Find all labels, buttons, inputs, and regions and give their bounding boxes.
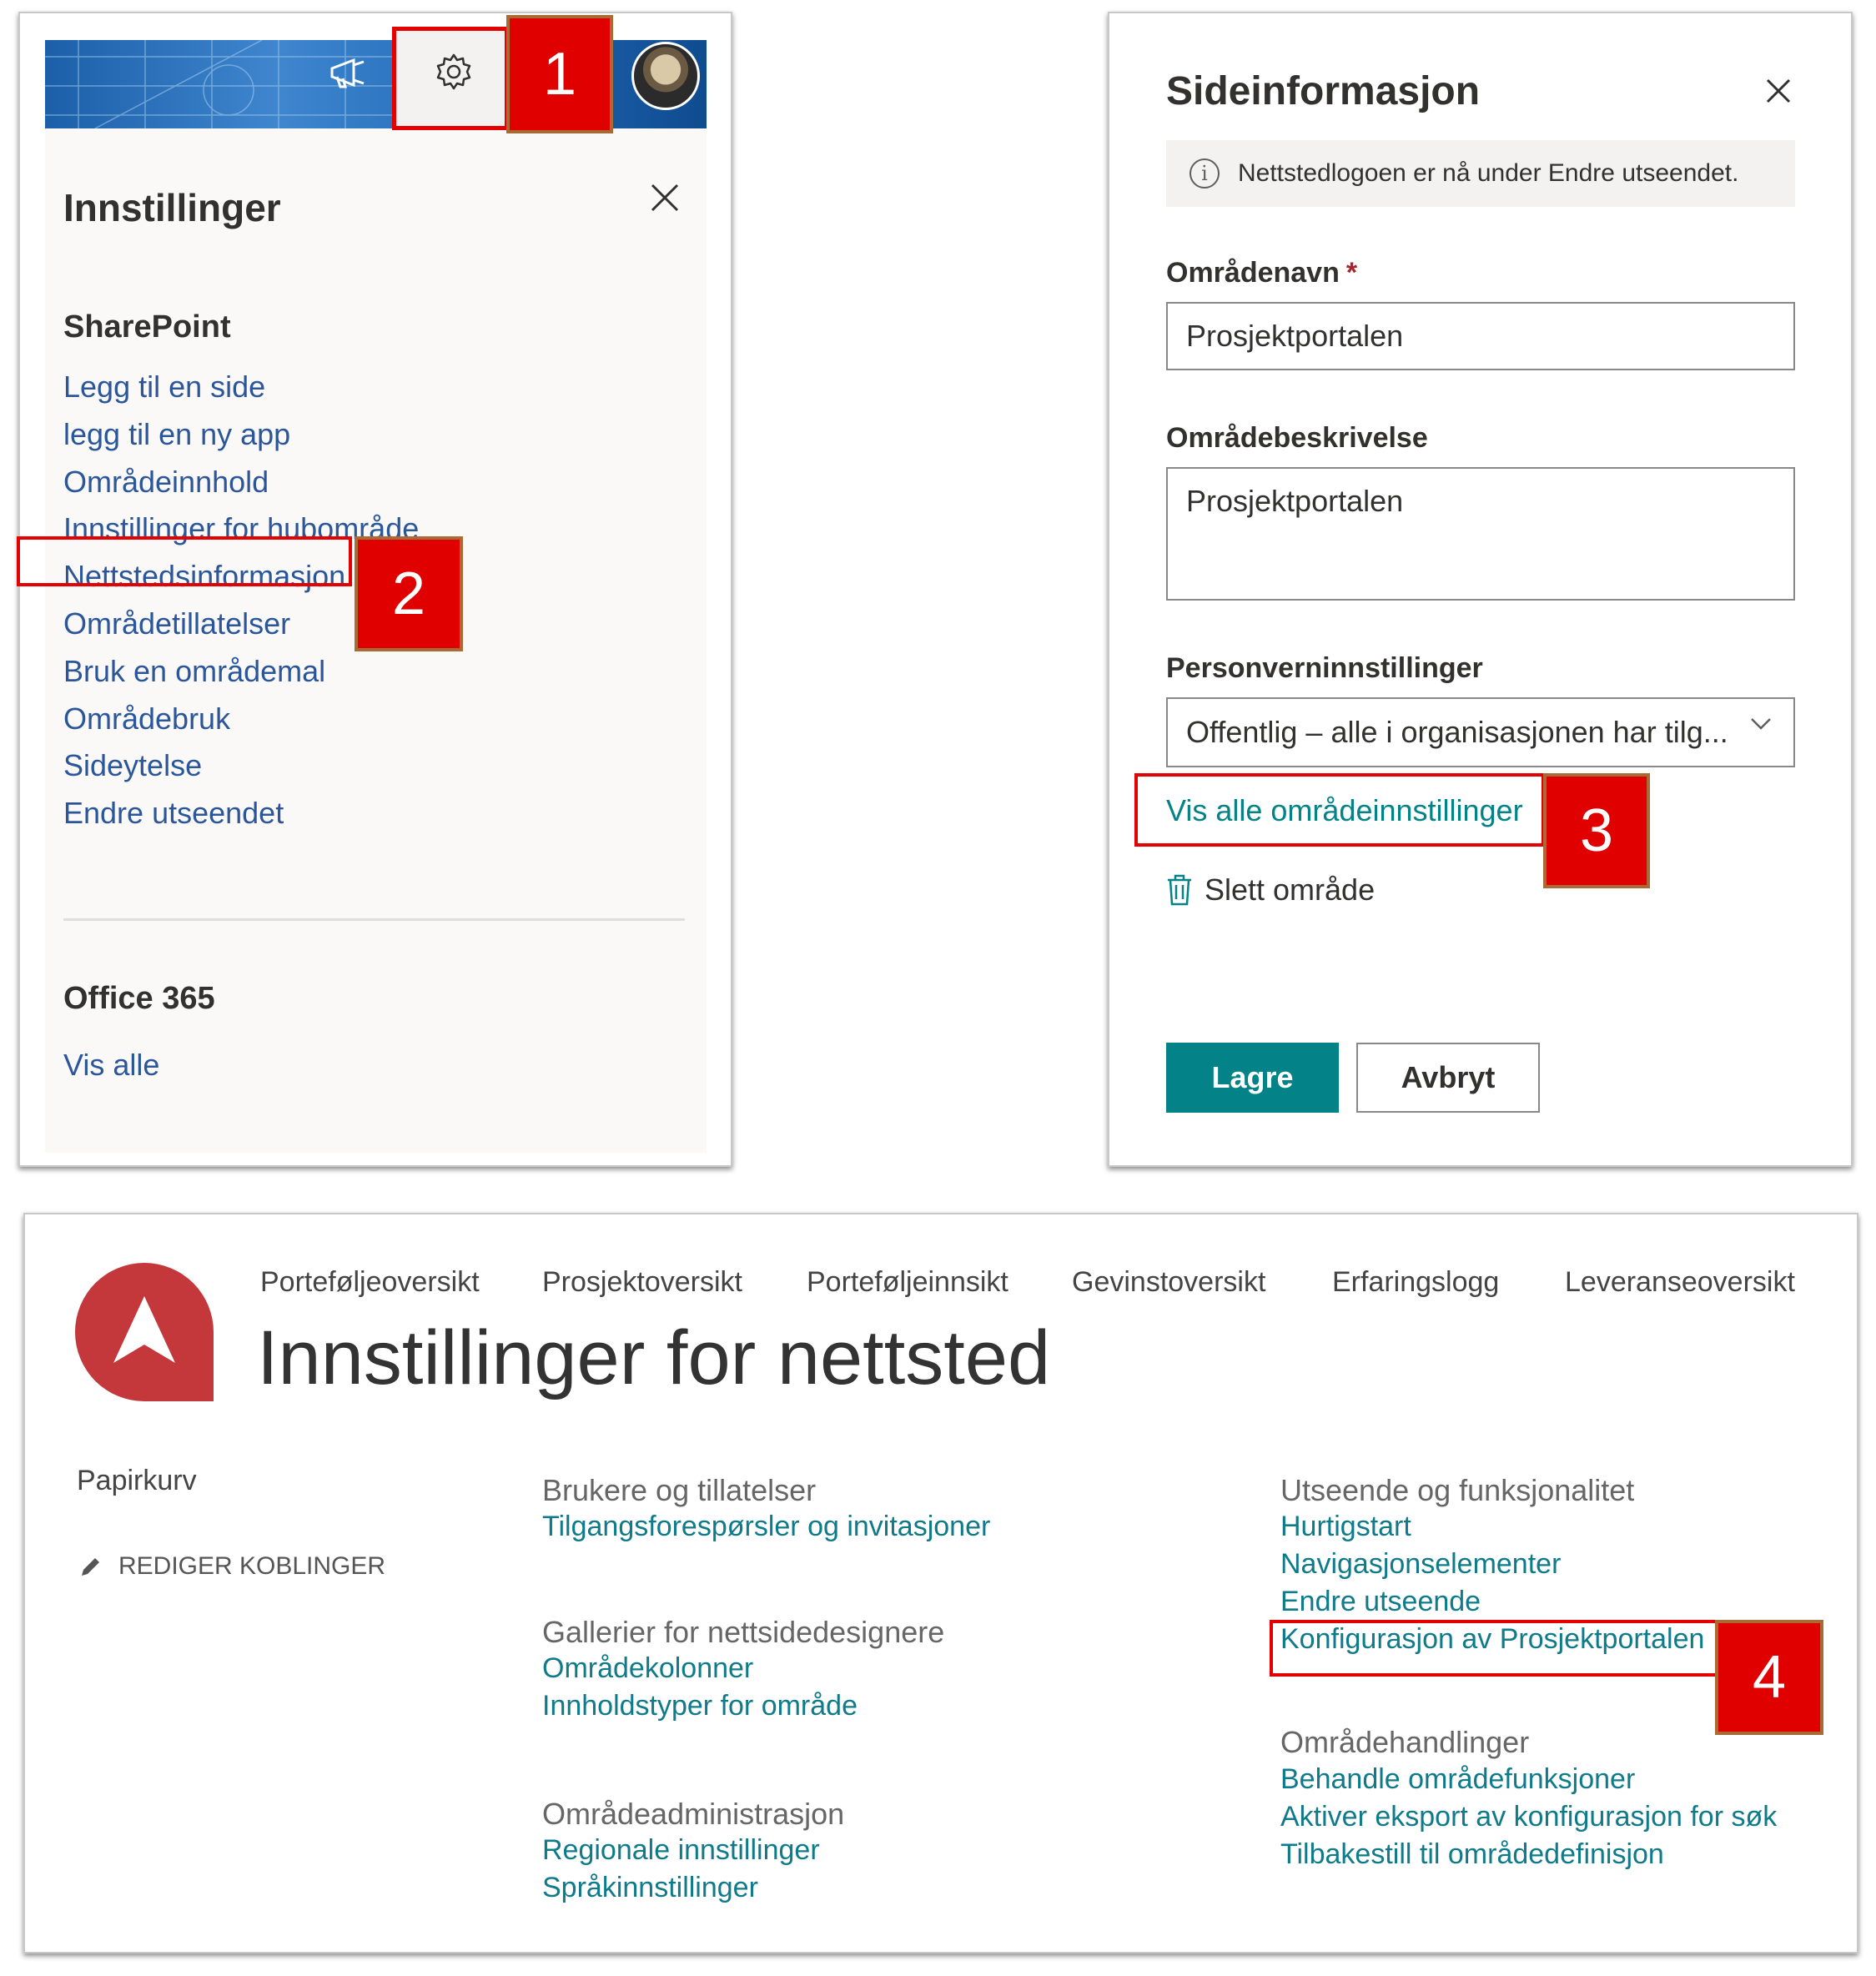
avatar[interactable] bbox=[631, 42, 700, 110]
megaphone-icon[interactable] bbox=[329, 57, 369, 90]
step-badge-3: 3 bbox=[1543, 773, 1650, 888]
link-manage-features[interactable]: Behandle områdefunksjoner bbox=[1280, 1763, 1635, 1796]
delete-site-label: Slett område bbox=[1205, 872, 1376, 907]
group-heading-actions: Områdehandlinger bbox=[1280, 1725, 1530, 1759]
nav-portfolio-overview[interactable]: Porteføljeoversikt bbox=[260, 1266, 480, 1299]
link-navigation-elements[interactable]: Navigasjonselementer bbox=[1280, 1548, 1561, 1581]
group-heading-galleries: Gallerier for nettsidedesignere bbox=[542, 1615, 945, 1649]
edit-links-button[interactable]: REDIGER KOBLINGER bbox=[78, 1552, 385, 1581]
gear-icon bbox=[436, 53, 471, 90]
save-button[interactable]: Lagre bbox=[1166, 1043, 1339, 1113]
link-change-look[interactable]: Endre utseende bbox=[1280, 1586, 1481, 1618]
site-description-label: Områdebeskrivelse bbox=[1166, 422, 1428, 454]
privacy-select[interactable]: Offentlig – alle i organisasjonen har ti… bbox=[1166, 697, 1795, 767]
site-settings-page: Porteføljeoversikt Prosjektoversikt Port… bbox=[23, 1213, 1858, 1953]
link-site-usage[interactable]: Områdebruk bbox=[63, 696, 419, 743]
site-description-textarea[interactable]: Prosjektportalen bbox=[1166, 467, 1795, 601]
view-all-link[interactable]: Vis alle bbox=[63, 1048, 159, 1083]
privacy-selected-value: Offentlig – alle i organisasjonen har ti… bbox=[1186, 715, 1728, 749]
sharepoint-heading: SharePoint bbox=[63, 309, 231, 344]
delete-site-button[interactable]: Slett område bbox=[1166, 872, 1375, 908]
highlight-view-all-settings bbox=[1134, 773, 1545, 847]
privacy-label: Personverninnstillinger bbox=[1166, 652, 1483, 684]
nav-portfolio-insight[interactable]: Porteføljeinnsikt bbox=[807, 1266, 1008, 1299]
site-name-label-text: Områdenavn bbox=[1166, 257, 1340, 289]
edit-links-label: REDIGER KOBLINGER bbox=[118, 1552, 386, 1580]
step-badge-2: 2 bbox=[355, 536, 463, 651]
group-heading-look: Utseende og funksjonalitet bbox=[1280, 1473, 1635, 1507]
link-apply-template[interactable]: Bruk en områdemal bbox=[63, 648, 419, 696]
site-name-label: Områdenavn * bbox=[1166, 257, 1357, 289]
link-quick-launch[interactable]: Hurtigstart bbox=[1280, 1511, 1411, 1543]
link-site-performance[interactable]: Sideytelse bbox=[63, 742, 419, 790]
trash-icon bbox=[1168, 874, 1191, 906]
pencil-icon bbox=[82, 1558, 99, 1576]
highlight-site-information bbox=[17, 536, 352, 586]
highlight-project-portal-config bbox=[1270, 1620, 1718, 1677]
link-access-requests[interactable]: Tilgangsforespørsler og invitasjoner bbox=[542, 1511, 990, 1543]
link-change-look[interactable]: Endre utseendet bbox=[63, 790, 419, 837]
recycle-bin-link[interactable]: Papirkurv bbox=[77, 1465, 197, 1497]
step-badge-1: 1 bbox=[506, 15, 613, 133]
required-mark: * bbox=[1345, 257, 1358, 289]
info-banner: i Nettstedlogoen er nå under Endre utsee… bbox=[1166, 140, 1795, 207]
nav-project-overview[interactable]: Prosjektoversikt bbox=[542, 1266, 742, 1299]
panel-title: Innstillinger bbox=[63, 186, 281, 229]
settings-gear-button[interactable] bbox=[392, 27, 509, 130]
group-heading-admin: Områdeadministrasjon bbox=[542, 1797, 845, 1831]
link-reset-site-definition[interactable]: Tilbakestill til områdedefinisjon bbox=[1280, 1838, 1664, 1871]
page-title: Innstillinger for nettsted bbox=[257, 1315, 1051, 1400]
link-add-page[interactable]: Legg til en side bbox=[63, 364, 419, 411]
nav-experience-log[interactable]: Erfaringslogg bbox=[1332, 1266, 1499, 1299]
office-heading: Office 365 bbox=[63, 981, 215, 1016]
link-enable-search-export[interactable]: Aktiver eksport av konfigurasjon for søk bbox=[1280, 1801, 1777, 1833]
panel-title: Sideinformasjon bbox=[1166, 69, 1481, 113]
link-site-contents[interactable]: Områdeinnhold bbox=[63, 459, 419, 506]
chevron-down-icon bbox=[1751, 718, 1771, 730]
nav-benefits-overview[interactable]: Gevinstoversikt bbox=[1072, 1266, 1265, 1299]
nav-deliverables-overview[interactable]: Leveranseoversikt bbox=[1565, 1266, 1795, 1299]
site-name-input[interactable]: Prosjektportalen bbox=[1166, 302, 1795, 370]
divider bbox=[63, 918, 685, 921]
info-icon: i bbox=[1189, 158, 1220, 189]
info-text: Nettstedlogoen er nå under Endre utseend… bbox=[1238, 159, 1739, 187]
cancel-button[interactable]: Avbryt bbox=[1356, 1043, 1540, 1113]
link-add-app[interactable]: legg til en ny app bbox=[63, 411, 419, 459]
close-icon[interactable] bbox=[1766, 78, 1791, 103]
link-language-settings[interactable]: Språkinnstillinger bbox=[542, 1872, 758, 1904]
link-regional-settings[interactable]: Regionale innstillinger bbox=[542, 1834, 820, 1867]
link-content-types[interactable]: Innholdstyper for område bbox=[542, 1690, 858, 1722]
link-site-columns[interactable]: Områdekolonner bbox=[542, 1652, 753, 1685]
close-icon[interactable] bbox=[651, 184, 679, 212]
site-info-panel: Sideinformasjon i Nettstedlogoen er nå u… bbox=[1108, 12, 1853, 1167]
group-heading-users: Brukere og tillatelser bbox=[542, 1473, 817, 1507]
site-logo[interactable] bbox=[73, 1261, 215, 1403]
step-badge-4: 4 bbox=[1715, 1620, 1823, 1735]
